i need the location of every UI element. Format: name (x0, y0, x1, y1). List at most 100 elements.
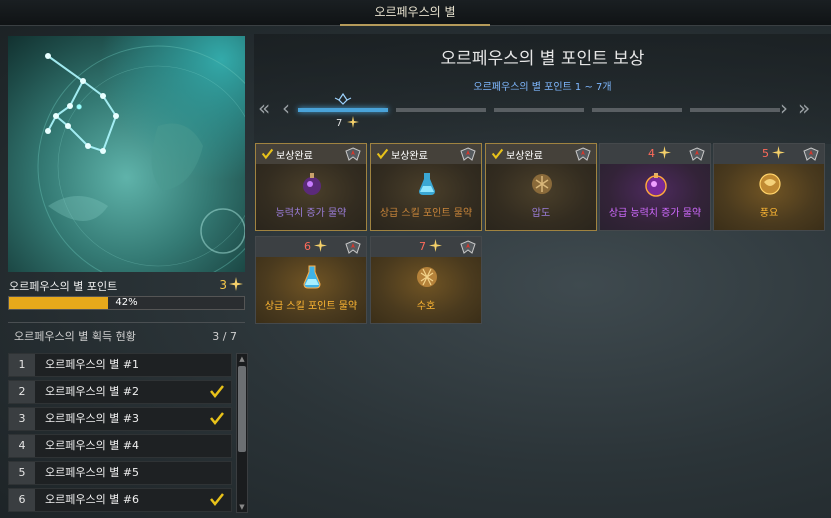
collect-header: 오르페우스의 별 획득 현황 3 / 7 (8, 322, 245, 350)
reward-title: 오르페우스의 별 포인트 보상 (440, 49, 645, 69)
page-segment[interactable] (396, 108, 486, 112)
points-label: 오르페우스의 별 포인트 (9, 280, 118, 293)
page-segment[interactable] (494, 108, 584, 112)
card-header: 보상완료 (486, 144, 596, 164)
star-icon (658, 146, 671, 162)
reward-card[interactable]: 보상완료 능력치 증가 물약 (255, 143, 367, 231)
list-item[interactable]: 3 오르페우스의 별 #3 (8, 407, 232, 431)
check-icon (209, 383, 225, 402)
points-value: 3 (219, 278, 227, 292)
points-progress-bar: 42% (8, 296, 245, 310)
star-list: 1 오르페우스의 별 #1 2 오르페우스의 별 #2 3 오르페우스의 별 #… (8, 353, 232, 515)
list-scrollbar[interactable]: ▲ ▼ (236, 353, 248, 513)
card-header: 5 (714, 144, 824, 164)
potion-icon (298, 170, 326, 198)
item-name: 상급 스킬 포인트 물약 (264, 301, 358, 312)
reward-card[interactable]: 7 수호 (370, 236, 482, 324)
scroll-thumb[interactable] (238, 366, 246, 452)
constellation-art (8, 36, 245, 272)
engraving-icon (413, 263, 441, 291)
claimed-label: 보상완료 (506, 151, 543, 162)
collect-label: 오르페우스의 별 획득 현황 (14, 330, 136, 343)
item-number: 2 (9, 381, 35, 403)
item-number: 3 (9, 408, 35, 430)
required-points: 4 (648, 147, 655, 160)
item-name: 상급 능력치 증가 물약 (608, 208, 702, 219)
item-name: 능력치 증가 물약 (275, 208, 347, 219)
check-icon (376, 147, 389, 163)
item-name: 오르페우스의 별 #4 (45, 439, 140, 452)
claimed-label: 보상완료 (276, 151, 313, 162)
card-body: 능력치 증가 물약 (256, 164, 366, 230)
card-body: 수호 (371, 257, 481, 323)
chevron-double-left-icon[interactable]: « (258, 97, 270, 119)
star-icon (347, 116, 359, 131)
list-item[interactable]: 4 오르페우스의 별 #4 (8, 434, 232, 458)
item-number: 6 (9, 489, 35, 511)
list-item[interactable]: 6 오르페우스의 별 #6 (8, 488, 232, 512)
collect-count: 3 / 7 (212, 330, 237, 343)
potion-icon (413, 170, 441, 198)
card-header: 보상완료 (256, 144, 366, 164)
card-header: 보상완료 (371, 144, 481, 164)
item-name: 수호 (416, 301, 436, 312)
chevron-left-icon[interactable]: ‹ (282, 97, 290, 119)
page-segment[interactable] (690, 108, 780, 112)
page-marker-icon (334, 92, 352, 108)
card-body: 풍요 (714, 164, 824, 230)
potion-icon (642, 170, 670, 198)
item-number: 4 (9, 435, 35, 457)
item-name: 오르페우스의 별 #3 (45, 412, 140, 425)
item-name: 압도 (531, 208, 551, 219)
scroll-down-icon[interactable]: ▼ (238, 503, 246, 511)
item-name: 오르페우스의 별 #1 (45, 358, 140, 371)
list-item[interactable]: 5 오르페우스의 별 #5 (8, 461, 232, 485)
emblem-icon (344, 146, 362, 165)
emblem-icon (688, 146, 706, 165)
required-points: 6 (304, 240, 311, 253)
item-name: 오르페우스의 별 #6 (45, 493, 140, 506)
item-name: 풍요 (759, 208, 779, 219)
page-segment[interactable] (592, 108, 682, 112)
star-icon (314, 239, 327, 255)
reward-card[interactable]: 5 풍요 (713, 143, 825, 231)
chevron-double-right-icon[interactable]: » (798, 97, 810, 119)
card-header: 6 (256, 237, 366, 257)
engraving-icon (756, 170, 784, 198)
star-icon (229, 277, 243, 294)
check-icon (491, 147, 504, 163)
item-number: 1 (9, 354, 35, 376)
reward-subtitle: 오르페우스의 별 포인트 1 ~ 7개 (473, 82, 612, 93)
page-segment[interactable] (298, 108, 388, 112)
check-icon (209, 410, 225, 429)
chevron-right-icon[interactable]: › (780, 97, 788, 119)
card-body: 상급 스킬 포인트 물약 (371, 164, 481, 230)
card-body: 상급 능력치 증가 물약 (600, 164, 710, 230)
star-icon (772, 146, 785, 162)
card-body: 상급 스킬 포인트 물약 (256, 257, 366, 323)
required-points: 7 (419, 240, 426, 253)
points-row: 오르페우스의 별 포인트 3 (8, 277, 245, 294)
potion-icon (298, 263, 326, 291)
card-body: 압도 (486, 164, 596, 230)
emblem-icon (344, 239, 362, 258)
progress-text: 42% (115, 297, 138, 308)
emblem-icon (574, 146, 592, 165)
claimed-label: 보상완료 (391, 151, 428, 162)
scroll-up-icon[interactable]: ▲ (238, 355, 246, 363)
list-item[interactable]: 1 오르페우스의 별 #1 (8, 353, 232, 377)
window-title: 오르페우스의 별 (340, 0, 490, 26)
engraving-icon (528, 170, 556, 198)
reward-card[interactable]: 보상완료 압도 (485, 143, 597, 231)
card-header: 7 (371, 237, 481, 257)
check-icon (209, 491, 225, 510)
reward-card[interactable]: 6 상급 스킬 포인트 물약 (255, 236, 367, 324)
card-header: 4 (600, 144, 710, 164)
reward-card[interactable]: 보상완료 상급 스킬 포인트 물약 (370, 143, 482, 231)
item-name: 오르페우스의 별 #5 (45, 466, 140, 479)
list-item[interactable]: 2 오르페우스의 별 #2 (8, 380, 232, 404)
reward-card[interactable]: 4 상급 능력치 증가 물약 (599, 143, 711, 231)
item-number: 5 (9, 462, 35, 484)
page-star-count: 7 (336, 118, 343, 129)
emblem-icon (459, 146, 477, 165)
